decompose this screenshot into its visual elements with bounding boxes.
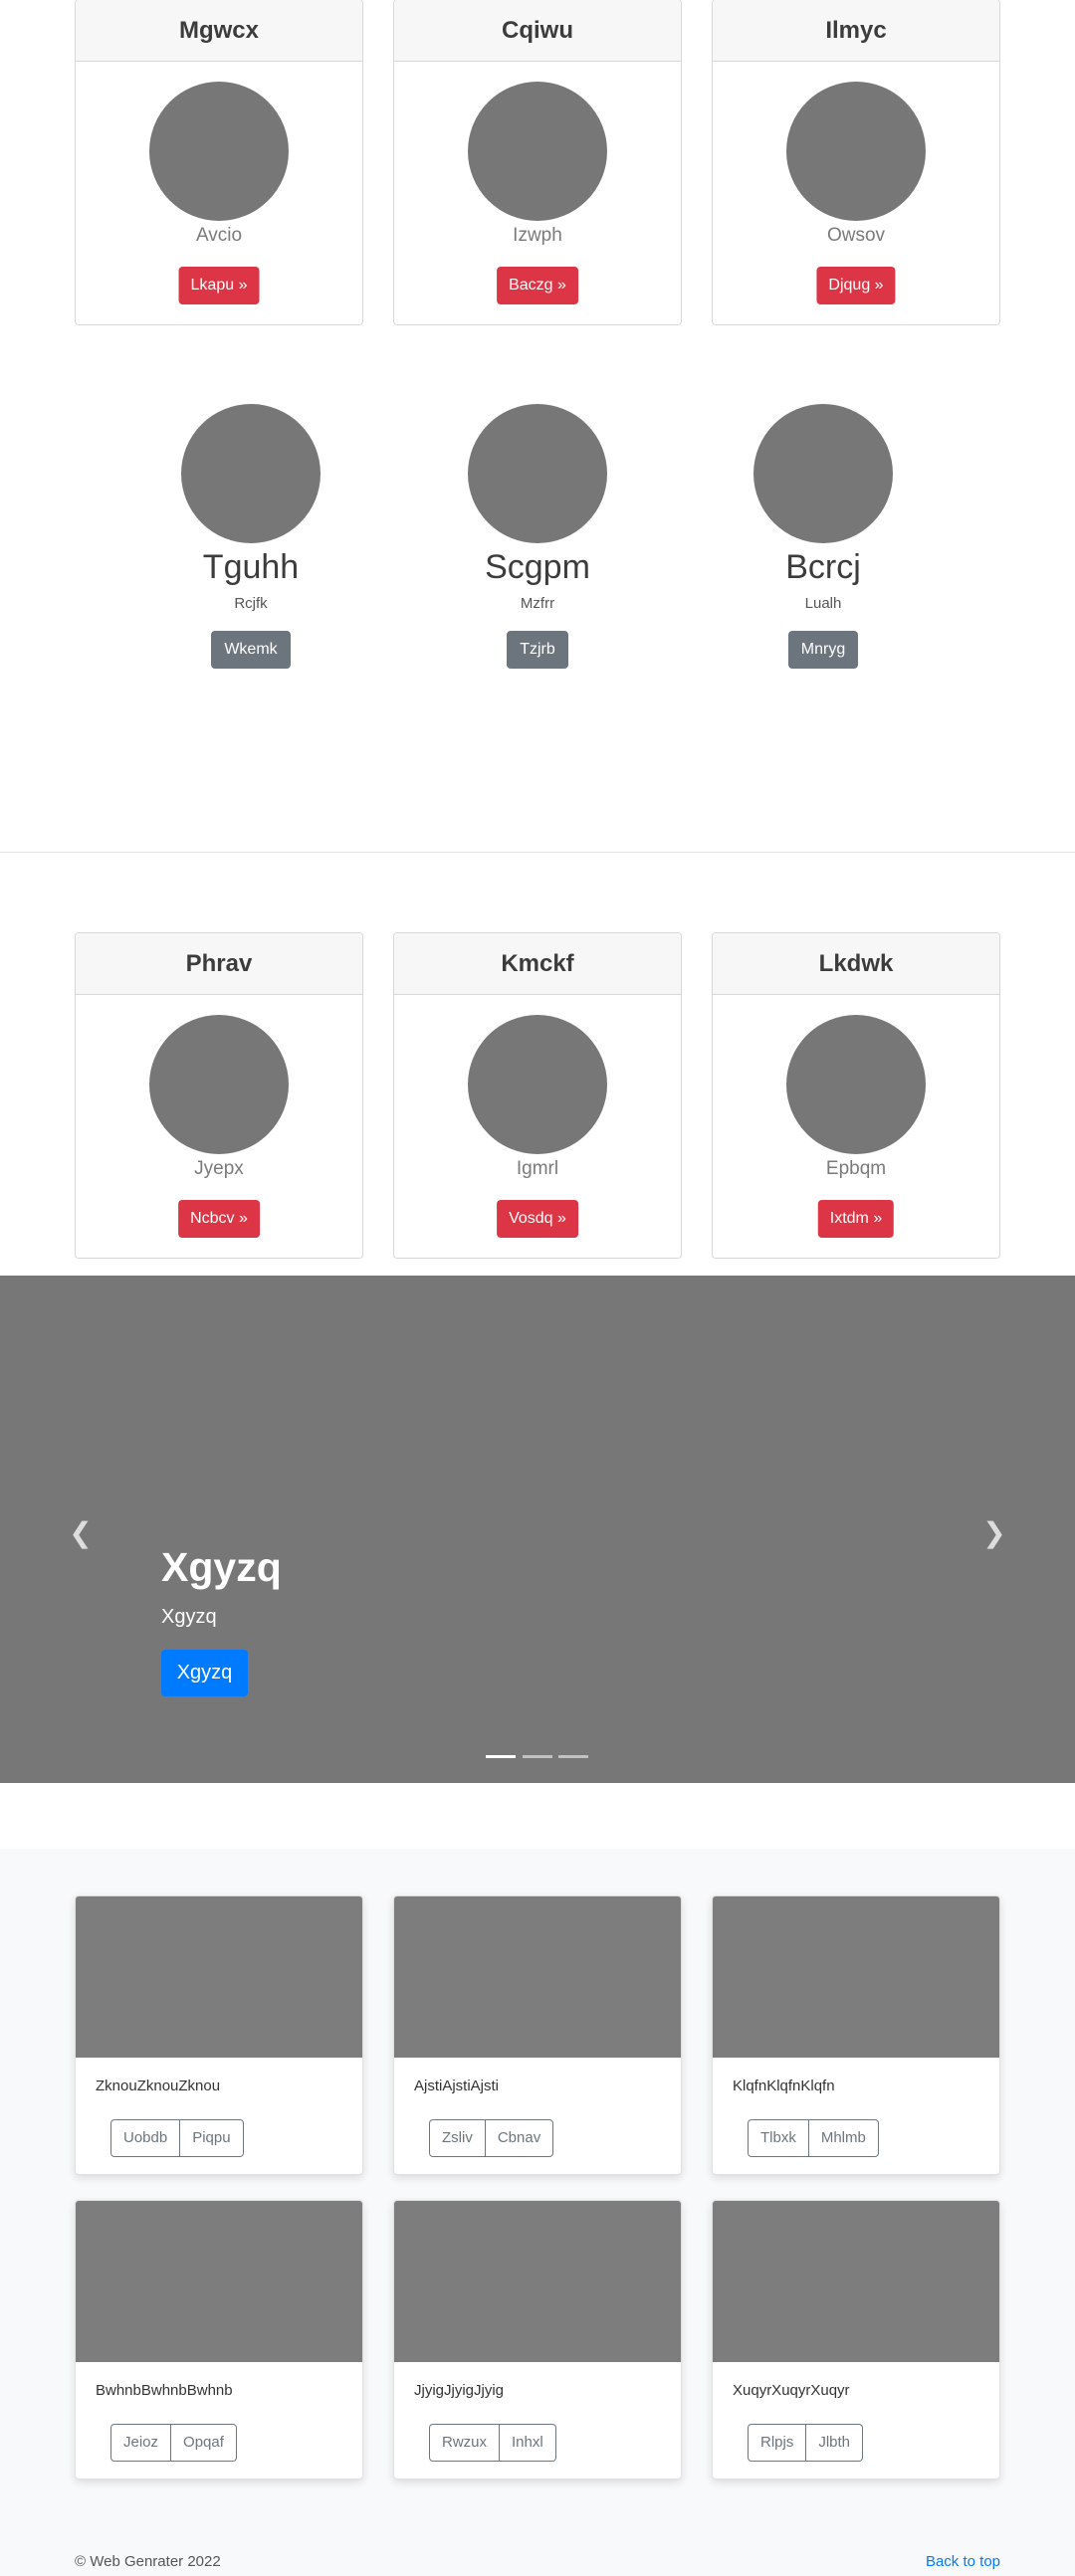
profile-card: Lkdwk Epbqm Ixtdm » (712, 932, 1000, 1259)
profile-card-subtitle: Izwph (513, 225, 562, 246)
card-button-group: Uobdb Piqpu (110, 2119, 244, 2157)
card-button-group: Rwzux Inhxl (429, 2424, 556, 2462)
card-button-2[interactable]: Jlbth (806, 2424, 864, 2462)
card-button-group: Zsliv Cbnav (429, 2119, 554, 2157)
team-member-role: Rcjfk (234, 595, 268, 612)
card-text: KlqfnKlqfnKlqfn (733, 2078, 835, 2094)
avatar (468, 1015, 607, 1154)
team-member-button[interactable]: Tzjrb (507, 631, 568, 669)
section-divider (0, 852, 1075, 853)
album-card: AjstiAjstiAjsti Zsliv Cbnav (393, 1895, 682, 2175)
album-card: JjyigJjyigJjyig Rwzux Inhxl (393, 2200, 682, 2479)
card-button-1[interactable]: Jeioz (110, 2424, 172, 2462)
card-image (76, 2201, 362, 2362)
carousel-subtitle: Xgyzq (161, 1606, 217, 1628)
album-card: ZknouZknouZknou Uobdb Piqpu (75, 1895, 363, 2175)
card-image (76, 1896, 362, 2058)
profile-card-button[interactable]: Lkapu » (178, 267, 260, 304)
carousel-indicator[interactable] (523, 1755, 552, 1758)
card-button-group: Tlbxk Mhlmb (748, 2119, 879, 2157)
card-button-1[interactable]: Zsliv (429, 2119, 486, 2157)
footer-copyright: © Web Genrater 2022 (75, 2553, 221, 2570)
album-card: KlqfnKlqfnKlqfn Tlbxk Mhlmb (712, 1895, 1000, 2175)
avatar (149, 1015, 289, 1154)
team-member-button[interactable]: Wkemk (211, 631, 291, 669)
card-button-1[interactable]: Tlbxk (748, 2119, 809, 2157)
profile-card-button[interactable]: Baczg » (497, 267, 578, 304)
team-member: Scgpm Mzfrr Tzjrb (428, 404, 647, 669)
profile-card-subtitle: Jyepx (194, 1158, 244, 1179)
avatar (753, 404, 893, 543)
profile-card: Phrav Jyepx Ncbcv » (75, 932, 363, 1259)
team-member-role: Mzfrr (520, 595, 555, 612)
profile-card-subtitle: Igmrl (516, 1158, 559, 1179)
card-text: BwhnbBwhnbBwhnb (96, 2382, 233, 2399)
team-member-name: Tguhh (202, 548, 300, 586)
album-card: BwhnbBwhnbBwhnb Jeioz Opqaf (75, 2200, 363, 2479)
profile-card-title: Lkdwk (713, 933, 999, 995)
card-button-2[interactable]: Piqpu (180, 2119, 244, 2157)
team-member: Bcrcj Lualh Mnryg (714, 404, 933, 669)
carousel-title: Xgyzq (161, 1544, 282, 1590)
carousel-indicator[interactable] (558, 1755, 588, 1758)
card-button-2[interactable]: Opqaf (171, 2424, 237, 2462)
profile-card: Mgwcx Avcio Lkapu » (75, 0, 363, 325)
profile-card-subtitle: Epbqm (825, 1158, 887, 1179)
card-text: XuqyrXuqyrXuqyr (733, 2382, 850, 2399)
profile-card-subtitle: Owsov (826, 225, 886, 246)
team-member-name: Scgpm (485, 548, 590, 586)
card-button-2[interactable]: Mhlmb (808, 2119, 879, 2157)
card-text: JjyigJjyigJjyig (414, 2382, 505, 2399)
card-button-1[interactable]: Rlpjs (748, 2424, 807, 2462)
profile-card: Kmckf Igmrl Vosdq » (393, 932, 682, 1259)
profile-card-button[interactable]: Djqug » (816, 267, 896, 304)
team-member-name: Bcrcj (785, 548, 861, 586)
card-button-1[interactable]: Uobdb (110, 2119, 181, 2157)
card-text: AjstiAjstiAjsti (414, 2078, 500, 2094)
album-card: XuqyrXuqyrXuqyr Rlpjs Jlbth (712, 2200, 1000, 2479)
team-member-button[interactable]: Mnryg (787, 631, 859, 669)
avatar (468, 82, 607, 221)
card-button-2[interactable]: Cbnav (485, 2119, 554, 2157)
carousel: ❮ ❯ Xgyzq Xgyzq Xgyzq (0, 1276, 1075, 1783)
card-text: ZknouZknouZknou (96, 2078, 221, 2094)
avatar (786, 82, 926, 221)
profile-card: Cqiwu Izwph Baczg » (393, 0, 682, 325)
avatar (181, 404, 321, 543)
profile-card-button[interactable]: Ixtdm » (817, 1200, 895, 1238)
carousel-indicator[interactable] (486, 1755, 516, 1758)
card-button-group: Rlpjs Jlbth (748, 2424, 864, 2462)
profile-card: Ilmyc Owsov Djqug » (712, 0, 1000, 325)
carousel-button[interactable]: Xgyzq (161, 1650, 248, 1696)
team-member-role: Lualh (804, 595, 842, 612)
chevron-right-icon[interactable]: ❯ (979, 1518, 1009, 1548)
card-image (394, 1896, 681, 2058)
card-button-group: Jeioz Opqaf (110, 2424, 237, 2462)
chevron-left-icon[interactable]: ❮ (66, 1518, 96, 1548)
card-image (713, 2201, 999, 2362)
profile-card-button[interactable]: Ncbcv » (178, 1200, 260, 1238)
profile-card-title: Mgwcx (76, 0, 362, 62)
avatar (149, 82, 289, 221)
album-section: ZknouZknouZknou Uobdb Piqpu AjstiAjstiAj… (0, 1849, 1075, 2576)
profile-card-title: Ilmyc (713, 0, 999, 62)
profile-card-button[interactable]: Vosdq » (497, 1200, 578, 1238)
profile-card-subtitle: Avcio (195, 225, 243, 246)
profile-card-title: Phrav (76, 933, 362, 995)
card-image (713, 1896, 999, 2058)
card-image (394, 2201, 681, 2362)
avatar (468, 404, 607, 543)
card-button-1[interactable]: Rwzux (429, 2424, 501, 2462)
profile-card-title: Kmckf (394, 933, 681, 995)
card-button-2[interactable]: Inhxl (500, 2424, 556, 2462)
back-to-top-link[interactable]: Back to top (926, 2553, 1000, 2570)
team-member: Tguhh Rcjfk Wkemk (141, 404, 360, 669)
profile-card-title: Cqiwu (394, 0, 681, 62)
avatar (786, 1015, 926, 1154)
